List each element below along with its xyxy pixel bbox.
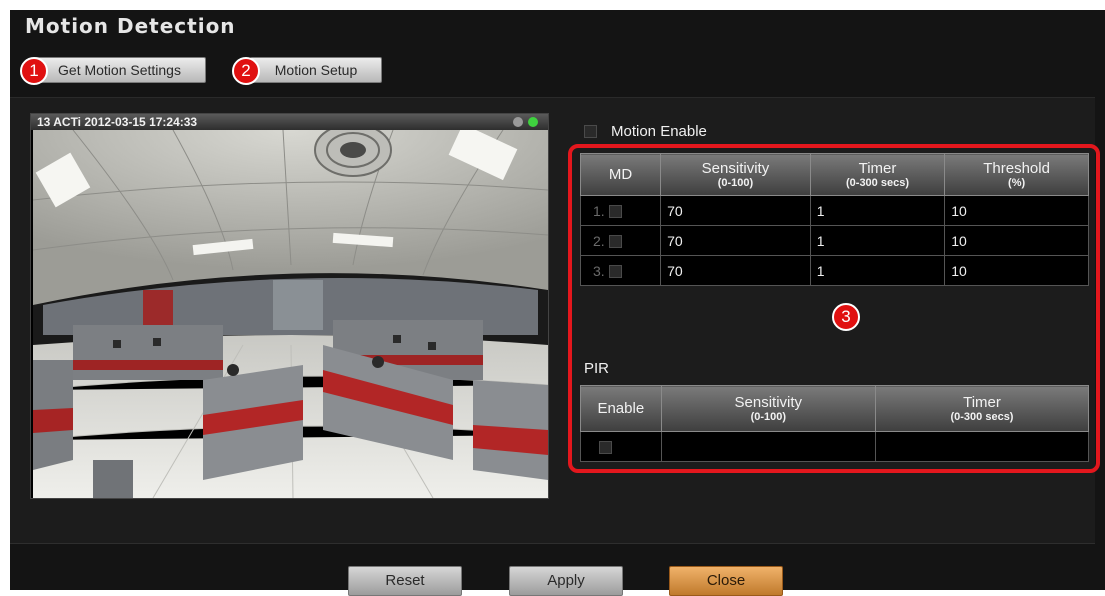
camera-overlay-text: 13 ACTi 2012-03-15 17:24:33 [37,115,198,129]
page-title: Motion Detection [25,14,236,38]
callout-badge-2: 2 [232,57,260,85]
highlight-box [568,144,1100,473]
motion-setup-button[interactable]: Motion Setup [250,57,382,83]
motion-enable-checkbox[interactable] [584,124,597,138]
motion-enable-row: Motion Enable [584,122,707,140]
apply-button[interactable]: Apply [509,566,623,596]
close-button[interactable]: Close [669,566,783,596]
motion-enable-label: Motion Enable [611,122,707,140]
status-dot-icon [513,117,523,127]
get-motion-settings-button[interactable]: Get Motion Settings [33,57,206,83]
reset-button[interactable]: Reset [348,566,462,596]
recording-dot-icon [528,117,538,127]
camera-live-view[interactable]: 13 ACTi 2012-03-15 17:24:33 [30,113,549,499]
office-scene-image [33,130,548,498]
callout-badge-1: 1 [20,57,48,85]
camera-overlay-bar: 13 ACTi 2012-03-15 17:24:33 [31,114,548,130]
